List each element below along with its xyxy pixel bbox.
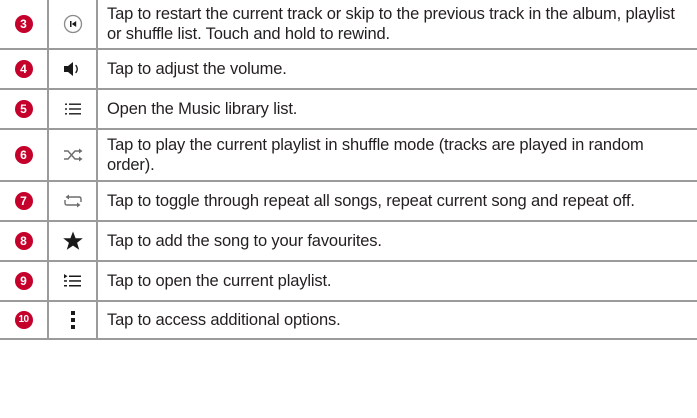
- table-row: 10 Tap to access additional options.: [0, 302, 697, 340]
- step-number-badge: 8: [14, 232, 33, 250]
- step-number-badge: 5: [14, 100, 33, 118]
- row-description: Tap to add the song to your favourites.: [107, 232, 382, 250]
- step-number-badge: 9: [14, 272, 33, 290]
- star-icon: [62, 230, 84, 252]
- step-number-badge: 6: [14, 146, 33, 164]
- table-row: 8 Tap to add the song to your favourites…: [0, 222, 697, 262]
- table-row: 9 Tap to open the current playlist.: [0, 262, 697, 302]
- step-number-badge: 3: [14, 15, 33, 33]
- row-description: Tap to restart the current track or skip…: [107, 5, 675, 43]
- controls-table: 3 Tap to restart the current track or sk…: [0, 0, 697, 418]
- table-row: 5 Open the Music library list.: [0, 90, 697, 130]
- more-options-icon: [69, 309, 77, 331]
- step-number-badge: 7: [14, 192, 33, 210]
- step-number-badge: 4: [14, 60, 33, 78]
- row-description: Tap to open the current playlist.: [107, 272, 332, 290]
- step-number-badge: 10: [14, 311, 33, 329]
- music-library-icon: [63, 101, 83, 117]
- row-description: Tap to adjust the volume.: [107, 60, 287, 78]
- row-description: Tap to play the current playlist in shuf…: [107, 136, 644, 174]
- volume-icon: [62, 60, 84, 78]
- playlist-icon: [63, 273, 83, 289]
- table-row: 3 Tap to restart the current track or sk…: [0, 0, 697, 50]
- previous-track-icon: [63, 14, 83, 34]
- repeat-icon: [62, 192, 84, 210]
- row-description: Tap to access additional options.: [107, 311, 341, 329]
- table-row: 6 Tap to play the current playlist in sh…: [0, 130, 697, 182]
- table-row: 7 Tap to toggle through repeat all songs…: [0, 182, 697, 222]
- table-row: 4 Tap to adjust the volume.: [0, 50, 697, 90]
- row-description: Tap to toggle through repeat all songs, …: [107, 192, 635, 210]
- row-description: Open the Music library list.: [107, 100, 298, 118]
- shuffle-icon: [62, 146, 84, 164]
